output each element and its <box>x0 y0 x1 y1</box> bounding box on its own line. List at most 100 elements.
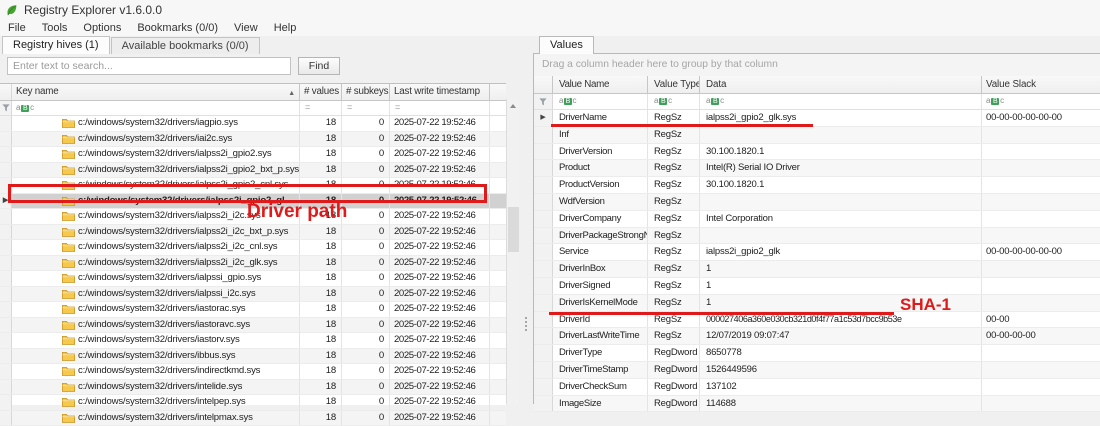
row-indicator <box>534 362 553 378</box>
tree-row[interactable]: c:/windows/system32/drivers/ialpss2i_i2c… <box>0 256 506 272</box>
value-type-cell: RegSz <box>648 177 700 193</box>
menu-item-help[interactable]: Help <box>266 22 305 34</box>
value-type-cell: RegSz <box>648 160 700 176</box>
timestamp-cell: 2025-07-22 19:52:46 <box>390 411 490 426</box>
text-filter-icon: aBc <box>706 97 724 105</box>
subkeys-filter-cell[interactable]: = <box>342 101 390 115</box>
tree-row[interactable]: c:/windows/system32/drivers/iastorac.sys… <box>0 302 506 318</box>
key-path-text: c:/windows/system32/drivers/ialpss2i_i2c… <box>78 209 261 223</box>
filler-cell <box>490 302 506 317</box>
value-data-cell: 1 <box>700 261 982 277</box>
value-row[interactable]: DriverVersionRegSz30.100.1820.1 <box>534 144 1100 161</box>
column-header-key-name[interactable]: Key name▲ <box>12 84 300 100</box>
row-indicator <box>534 379 553 395</box>
tree-row[interactable]: c:/windows/system32/drivers/ibbus.sys180… <box>0 349 506 365</box>
value-name-filter-cell[interactable]: aBc <box>553 94 648 109</box>
column-header-value-name[interactable]: Value Name <box>553 76 648 93</box>
tree-row[interactable]: c:/windows/system32/drivers/ialpss2i_i2c… <box>0 240 506 256</box>
scroll-up-arrow-icon[interactable] <box>510 104 516 108</box>
sort-ascending-icon: ▲ <box>288 87 295 100</box>
keys-grid-scrollbar[interactable] <box>506 99 519 404</box>
tree-row[interactable]: c:/windows/system32/drivers/ialpssi_gpio… <box>0 271 506 287</box>
timestamp-cell: 2025-07-22 19:52:46 <box>390 209 490 224</box>
value-slack-cell <box>982 396 1100 412</box>
value-row[interactable]: DriverTimeStampRegDword1526449596 <box>534 362 1100 379</box>
row-indicator <box>534 160 553 176</box>
column-header-subkeys[interactable]: # subkeys <box>342 84 390 100</box>
tree-row[interactable]: c:/windows/system32/drivers/iastorv.sys1… <box>0 333 506 349</box>
value-name-cell: DriverIsKernelMode <box>553 295 648 311</box>
value-type-cell: RegSz <box>648 244 700 260</box>
tree-row[interactable]: c:/windows/system32/drivers/ialpss2i_gpi… <box>0 163 506 179</box>
tree-row[interactable]: c:/windows/system32/drivers/iai2c.sys180… <box>0 132 506 148</box>
equals-filter-icon: = <box>347 102 352 112</box>
value-name-cell: Inf <box>553 127 648 143</box>
tree-row[interactable]: c:/windows/system32/drivers/iastoravc.sy… <box>0 318 506 334</box>
tree-row[interactable]: c:/windows/system32/drivers/intelpep.sys… <box>0 395 506 411</box>
column-header-value-type[interactable]: Value Type <box>648 76 700 93</box>
value-row[interactable]: InfRegSz <box>534 127 1100 144</box>
timestamp-cell: 2025-07-22 19:52:46 <box>390 178 490 193</box>
values-filter-cell[interactable]: = <box>300 101 342 115</box>
value-row[interactable]: DriverIsKernelModeRegSz1 <box>534 295 1100 312</box>
column-header-data[interactable]: Data <box>700 76 982 93</box>
splitter-grip-icon <box>525 315 527 333</box>
value-row[interactable]: ServiceRegSzialpss2i_gpio2_glk00-00-00-0… <box>534 244 1100 261</box>
value-row[interactable]: DriverSignedRegSz1 <box>534 278 1100 295</box>
value-type-cell: RegSz <box>648 278 700 294</box>
column-header-value-slack[interactable]: Value Slack <box>982 76 1100 93</box>
value-type-cell: RegDword <box>648 396 700 412</box>
menu-item-file[interactable]: File <box>0 22 34 34</box>
tree-row[interactable]: c:/windows/system32/drivers/ialpss2i_i2c… <box>0 225 506 241</box>
row-indicator <box>0 132 12 147</box>
menu-item-bookmarks[interactable]: Bookmarks (0/0) <box>129 22 226 34</box>
panel-splitter[interactable] <box>520 53 533 404</box>
value-row[interactable]: DriverPackageStrongNa...RegSz <box>534 228 1100 245</box>
value-data-cell: 8650778 <box>700 345 982 361</box>
scrollbar-thumb[interactable] <box>508 207 519 252</box>
value-type-filter-cell[interactable]: aBc <box>648 94 700 109</box>
tree-row[interactable]: c:/windows/system32/drivers/intelide.sys… <box>0 380 506 396</box>
search-input[interactable] <box>7 57 291 75</box>
subkeys-count-cell: 0 <box>342 333 390 348</box>
key-path-text: c:/windows/system32/drivers/ialpss2i_i2c… <box>78 225 288 239</box>
value-row[interactable]: DriverCompanyRegSzIntel Corporation <box>534 211 1100 228</box>
timestamp-filter-cell[interactable]: = <box>390 101 490 115</box>
row-indicator <box>534 127 553 143</box>
tab-registry[interactable]: Registry hives (1) <box>2 36 110 54</box>
value-row[interactable]: ProductVersionRegSz30.100.1820.1 <box>534 177 1100 194</box>
column-header-values[interactable]: # values <box>300 84 342 100</box>
value-data-cell: 1526449596 <box>700 362 982 378</box>
data-filter-cell[interactable]: aBc <box>700 94 982 109</box>
key-name-filter-cell[interactable]: aBc <box>12 101 300 115</box>
filter-funnel-icon <box>539 98 547 106</box>
value-row[interactable]: DriverCheckSumRegDword137102 <box>534 379 1100 396</box>
tab-values[interactable]: Values <box>539 36 594 54</box>
value-slack-filter-cell[interactable]: aBc <box>982 94 1100 109</box>
value-row[interactable]: ProductRegSzIntel(R) Serial IO Driver <box>534 160 1100 177</box>
title-bar: Registry Explorer v1.6.0.0 <box>0 0 1100 20</box>
value-data-cell <box>700 127 982 143</box>
value-row[interactable]: DriverInBoxRegSz1 <box>534 261 1100 278</box>
find-button[interactable]: Find <box>298 57 340 75</box>
value-row[interactable]: DriverLastWriteTimeRegSz12/07/2019 09:07… <box>534 328 1100 345</box>
filler-cell <box>490 287 506 302</box>
tree-row[interactable]: c:/windows/system32/drivers/ialpss2i_gpi… <box>0 178 506 194</box>
menu-item-options[interactable]: Options <box>75 22 129 34</box>
tree-row[interactable]: c:/windows/system32/drivers/ialpssi_i2c.… <box>0 287 506 303</box>
value-type-cell: RegDword <box>648 379 700 395</box>
tree-row[interactable]: c:/windows/system32/drivers/iagpio.sys18… <box>0 116 506 132</box>
menu-item-tools[interactable]: Tools <box>34 22 76 34</box>
menu-item-view[interactable]: View <box>226 22 266 34</box>
header-indicator-cell <box>0 84 12 100</box>
tab-available[interactable]: Available bookmarks (0/0) <box>111 37 260 54</box>
value-row[interactable]: WdfVersionRegSz <box>534 194 1100 211</box>
folder-icon <box>62 397 75 407</box>
tree-row[interactable]: c:/windows/system32/drivers/ialpss2i_gpi… <box>0 147 506 163</box>
value-slack-cell <box>982 211 1100 227</box>
tree-row[interactable]: c:/windows/system32/drivers/intelpmax.sy… <box>0 411 506 426</box>
tree-row[interactable]: c:/windows/system32/drivers/indirectkmd.… <box>0 364 506 380</box>
value-row[interactable]: DriverTypeRegDword8650778 <box>534 345 1100 362</box>
column-header-last-write[interactable]: Last write timestamp <box>390 84 490 100</box>
key-path-text: c:/windows/system32/drivers/intelpmax.sy… <box>78 411 253 425</box>
